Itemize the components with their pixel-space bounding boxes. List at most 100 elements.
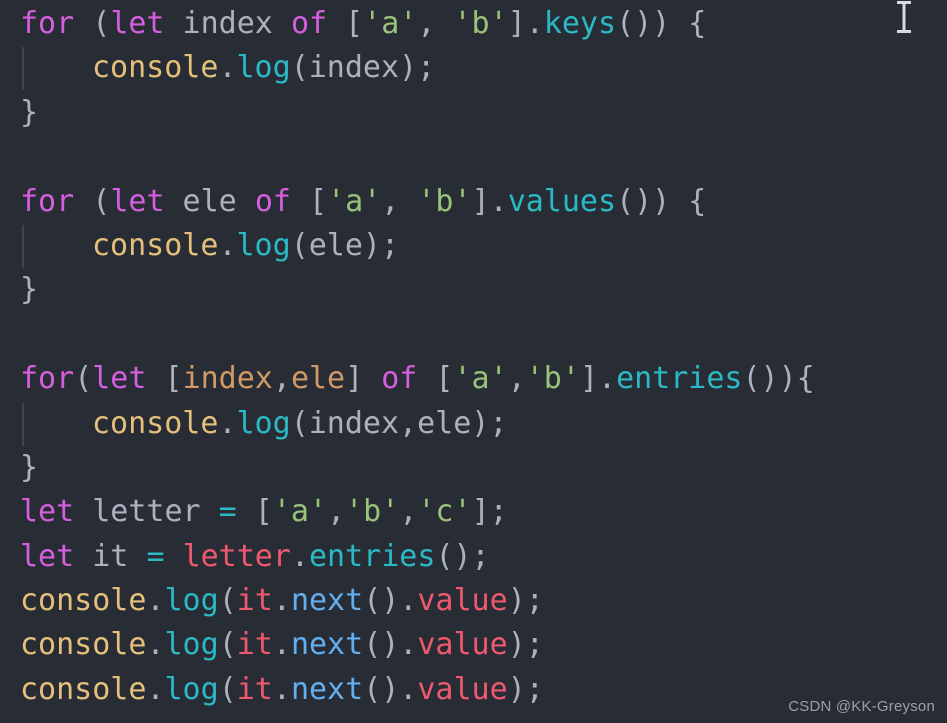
code-token: =	[146, 538, 165, 574]
code-token: (	[74, 361, 93, 397]
code-token: next	[290, 583, 364, 619]
code-token: ().	[363, 671, 418, 707]
code-line[interactable]: console.log(it.next().value);	[20, 668, 815, 712]
code-token: .	[218, 405, 237, 441]
code-token: of	[290, 6, 328, 41]
code-token: console	[20, 583, 147, 619]
code-token: console	[92, 227, 219, 263]
text-ibeam-cursor	[893, 0, 915, 34]
code-token: (	[92, 183, 111, 219]
code-token: ,	[381, 183, 418, 219]
code-line[interactable]: console.log(index,ele);	[20, 402, 815, 446]
code-line[interactable]: }	[20, 446, 815, 490]
code-token: 'b'	[453, 6, 508, 41]
code-line[interactable]: }	[20, 268, 815, 312]
code-token: 'b'	[345, 494, 400, 530]
code-token: );	[507, 627, 544, 663]
code-token: ()){	[742, 361, 815, 397]
code-token: ().	[363, 583, 418, 619]
code-token: it	[236, 627, 273, 663]
code-line[interactable]: console.log(ele);	[20, 224, 815, 269]
code-line-blank[interactable]	[20, 135, 815, 179]
code-token: for	[20, 183, 75, 219]
code-line[interactable]: console.log(index);	[20, 46, 815, 91]
code-token: ()) {	[616, 6, 707, 41]
code-token: .	[272, 671, 291, 707]
code-token: log	[236, 50, 291, 86]
code-token: value	[417, 671, 508, 707]
code-token: console	[20, 627, 147, 663]
code-token: next	[290, 671, 364, 707]
code-token: .	[146, 583, 165, 619]
code-token: }	[20, 272, 39, 308]
code-token: 'a'	[272, 494, 328, 530]
code-token: let	[20, 538, 75, 574]
code-token: index	[182, 361, 273, 397]
code-token: (	[218, 671, 237, 707]
code-token: it	[236, 671, 273, 707]
code-token: for	[20, 6, 75, 41]
code-token: ,	[327, 494, 346, 530]
code-token: );	[507, 583, 544, 619]
code-token: [	[327, 6, 364, 41]
code-line[interactable]: console.log(it.next().value);	[20, 623, 815, 667]
code-token: .	[218, 50, 237, 86]
code-token: ,	[507, 361, 526, 397]
code-line[interactable]: let it = letter.entries();	[20, 535, 815, 579]
code-token: (ele);	[290, 227, 400, 263]
code-line[interactable]: console.log(it.next().value);	[20, 579, 815, 623]
code-token: console	[92, 50, 219, 86]
code-token: 'a'	[327, 183, 382, 219]
code-token: let	[110, 183, 165, 219]
code-token: log	[164, 671, 219, 707]
code-line[interactable]: }	[20, 91, 815, 135]
code-token: it	[236, 583, 273, 619]
code-token: (index,ele);	[290, 405, 508, 441]
code-token: ].	[579, 361, 617, 397]
code-token: log	[236, 405, 291, 441]
code-token: next	[290, 627, 364, 663]
code-token: ,	[417, 6, 454, 41]
code-token: ()) {	[616, 183, 707, 219]
code-token: .	[272, 627, 291, 663]
code-token: [	[417, 361, 454, 397]
code-line-blank[interactable]	[20, 313, 815, 357]
code-token: );	[507, 671, 544, 707]
code-token: entries	[309, 538, 436, 574]
code-line[interactable]: for(let [index,ele] of ['a','b'].entries…	[20, 357, 815, 401]
code-token: ().	[363, 627, 418, 663]
code-token: of	[381, 361, 418, 397]
code-token: .	[218, 227, 237, 263]
code-token: [	[290, 183, 328, 219]
code-line[interactable]: let letter = ['a','b','c'];	[20, 490, 815, 534]
code-content[interactable]: for (let index of ['a', 'b'].keys()) {co…	[0, 0, 815, 712]
code-token: console	[92, 405, 219, 441]
code-editor-surface[interactable]: for (let index of ['a', 'b'].keys()) {co…	[0, 0, 947, 723]
code-token: }	[20, 94, 39, 130]
code-token: log	[164, 583, 219, 619]
code-token: for	[20, 361, 75, 397]
code-token: ,	[272, 361, 291, 397]
code-token: console	[20, 671, 147, 707]
code-line[interactable]: for (let ele of ['a', 'b'].values()) {	[20, 180, 815, 224]
code-token: (	[92, 6, 111, 41]
code-token: .	[146, 627, 165, 663]
code-token: log	[164, 627, 219, 663]
code-token: ].	[507, 6, 544, 41]
code-token: index	[164, 6, 291, 41]
code-token: .	[272, 583, 291, 619]
code-line[interactable]: for (let index of ['a', 'b'].keys()) {	[20, 2, 815, 46]
code-token: log	[236, 227, 291, 263]
code-token: keys	[543, 6, 617, 41]
code-token: let	[20, 494, 75, 530]
code-token: entries	[616, 361, 743, 397]
code-token: ].	[471, 183, 508, 219]
code-token: it	[74, 538, 147, 574]
code-token: 'b'	[525, 361, 580, 397]
code-token: 'a'	[363, 6, 418, 41]
code-token: .	[290, 538, 309, 574]
code-token: 'a'	[453, 361, 508, 397]
